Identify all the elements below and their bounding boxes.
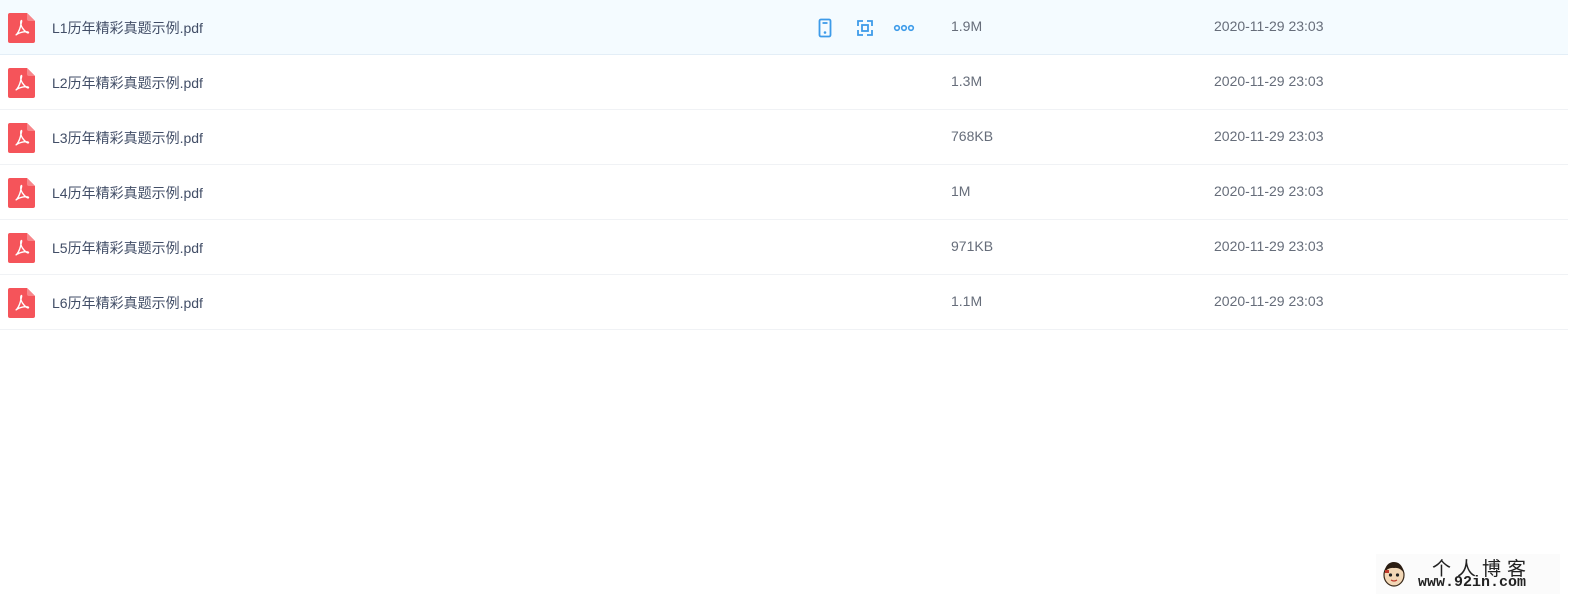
file-name[interactable]: L3历年精彩真题示例.pdf: [52, 128, 203, 148]
file-name[interactable]: L1历年精彩真题示例.pdf: [52, 18, 203, 38]
file-size: 1.9M: [951, 18, 983, 34]
file-date: 2020-11-29 23:03: [1214, 183, 1324, 199]
file-date: 2020-11-29 23:03: [1214, 73, 1324, 89]
file-size: 971KB: [951, 238, 994, 254]
file-row[interactable]: L5历年精彩真题示例.pdf 971KB 2020-11-29 23:03: [0, 220, 1568, 275]
file-size: 1.1M: [951, 293, 983, 309]
pdf-icon: [8, 13, 35, 43]
file-date: 2020-11-29 23:03: [1214, 128, 1324, 144]
phone-icon[interactable]: [814, 17, 836, 39]
file-size: 768KB: [951, 128, 994, 144]
file-row[interactable]: L1历年精彩真题示例.pdf 1.9M 2020-11-29 23:03: [0, 0, 1568, 55]
file-name[interactable]: L4历年精彩真题示例.pdf: [52, 183, 203, 203]
watermark-url: www.92in.com: [1418, 574, 1527, 591]
file-size: 1M: [951, 183, 971, 199]
file-list: L1历年精彩真题示例.pdf 1.9M 2020-11-29 23:03 L2历…: [0, 0, 1568, 330]
share-icon[interactable]: [854, 17, 876, 39]
file-row[interactable]: L6历年精彩真题示例.pdf 1.1M 2020-11-29 23:03: [0, 275, 1568, 330]
avatar-icon: [1383, 562, 1405, 587]
file-row[interactable]: L3历年精彩真题示例.pdf 768KB 2020-11-29 23:03: [0, 110, 1568, 165]
file-size: 1.3M: [951, 73, 983, 89]
file-name[interactable]: L2历年精彩真题示例.pdf: [52, 73, 203, 93]
file-name[interactable]: L5历年精彩真题示例.pdf: [52, 238, 203, 258]
pdf-icon: [8, 178, 35, 208]
pdf-icon: [8, 288, 35, 318]
pdf-icon: [8, 123, 35, 153]
file-date: 2020-11-29 23:03: [1214, 18, 1324, 34]
file-name[interactable]: L6历年精彩真题示例.pdf: [52, 293, 203, 313]
watermark-logo: 个人博客 www.92in.com: [1376, 554, 1560, 594]
more-icon[interactable]: [893, 17, 915, 39]
pdf-icon: [8, 233, 35, 263]
file-row[interactable]: L2历年精彩真题示例.pdf 1.3M 2020-11-29 23:03: [0, 55, 1568, 110]
file-date: 2020-11-29 23:03: [1214, 238, 1324, 254]
file-row[interactable]: L4历年精彩真题示例.pdf 1M 2020-11-29 23:03: [0, 165, 1568, 220]
file-date: 2020-11-29 23:03: [1214, 293, 1324, 309]
pdf-icon: [8, 68, 35, 98]
